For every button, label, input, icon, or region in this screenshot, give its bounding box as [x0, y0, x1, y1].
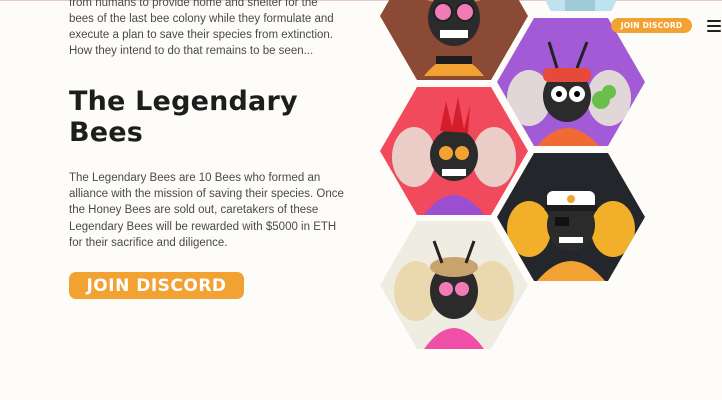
bee-image-partial-top: [520, 0, 642, 11]
section-title: The Legendary Bees: [69, 86, 329, 148]
section-title-line1: The Legendary: [69, 86, 298, 117]
bee-image-bandana: [497, 18, 645, 146]
bee-image-mohawk: [380, 87, 528, 215]
bee-image-pink-hoodie: [380, 221, 528, 349]
hamburger-bar: [707, 30, 721, 32]
section-title-line2: Bees: [69, 117, 144, 148]
hamburger-bar: [707, 20, 721, 22]
hamburger-bar: [707, 25, 721, 27]
nav-join-discord-button[interactable]: JOIN DISCORD: [611, 18, 692, 33]
intro-paragraph: from humans to provide home and shelter …: [69, 0, 334, 57]
section-body: The Legendary Bees are 10 Bees who forme…: [69, 172, 344, 249]
hamburger-menu-icon[interactable]: [707, 20, 721, 32]
join-discord-button[interactable]: JOIN DISCORD: [69, 272, 244, 299]
bee-image-captain: [497, 153, 645, 281]
